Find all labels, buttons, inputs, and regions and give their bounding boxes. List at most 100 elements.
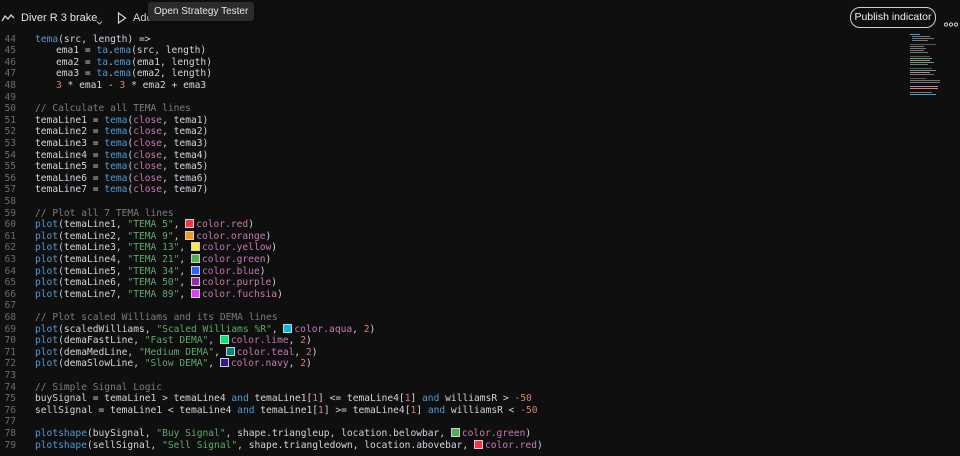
code-line[interactable]: 63 plot(temaLine4, "TEMA 21", color.green… [0,254,900,266]
more-options-icon[interactable] [943,14,959,32]
code-line[interactable]: 77 [0,416,900,428]
code-line[interactable]: 66 plot(temaLine7, "TEMA 89", color.fuchs… [0,288,900,301]
color-swatch-icon[interactable] [219,358,229,368]
code-text: temaLine3 = tema(close, tema3) [35,138,208,150]
publish-indicator-button[interactable]: Publish indicator [850,7,936,28]
code-token: ] <= temaLine4[ [318,393,405,405]
line-number: 49 [4,91,16,103]
code-line[interactable]: 56 temaLine6 = tema(close, tema6) [0,173,900,185]
code-token: color.red [485,439,537,451]
code-line[interactable]: 50 // Calculate all TEMA lines [0,103,900,115]
code-line[interactable]: 47 ema3 = ta.ema(ema2, length) [0,68,900,80]
color-swatch-icon[interactable] [190,242,200,252]
code-token: temaLine1 [35,114,87,126]
code-line[interactable]: 70 plot(demaFastLine, "Fast DEMA", color.… [0,335,900,347]
code-token: color.teal [236,346,295,358]
minimap-stroke [912,36,930,37]
code-line[interactable]: 44 tema(src, length) => [0,34,900,46]
code-line[interactable]: 65 plot(temaLine6, "TEMA 50", color.purpl… [0,277,900,289]
minimap-stroke [910,68,932,69]
code-token: (demaFastLine, [58,335,145,347]
code-line[interactable]: 60 plot(temaLine1, "TEMA 5", color.red) [0,219,900,231]
code-line[interactable]: 53 temaLine3 = tema(close, tema3) [0,138,900,150]
minimap-stroke [910,52,928,53]
code-text: plot(scaledWilliams, "Scaled Williams %R… [35,323,375,336]
code-token: temaLine1[ [254,404,319,416]
code-line[interactable]: 72 plot(demaSlowLine, "Slow DEMA", color.… [0,358,900,370]
code-token: close [133,149,163,161]
color-swatch-icon[interactable] [225,346,235,356]
code-token: , tema7) [162,184,209,196]
code-line[interactable]: 67 [0,300,900,312]
code-token: ) [305,335,312,347]
code-line[interactable]: 46 ema2 = ta.ema(ema1, length) [0,57,900,69]
minimap-stroke [910,46,924,47]
code-line[interactable]: 68 // Plot scaled Williams and its DEMA l… [0,312,900,324]
code-editor[interactable]: 43// TEMA calculation function44tema(src… [0,26,905,456]
play-icon[interactable] [117,11,127,29]
code-token: , [179,242,191,254]
code-token: (temaLine2, [58,230,128,242]
code-token: , [294,346,306,358]
code-line[interactable]: 51 temaLine1 = tema(close, tema1) [0,115,900,127]
code-line[interactable]: 71 plot(demaMedLine, "Medium DEMA", color… [0,346,900,359]
code-line[interactable]: 48 3 * ema1 - 3 * ema2 + ema3 [0,80,900,92]
code-minimap[interactable] [910,32,950,102]
code-token: color.aqua [294,323,353,335]
code-token: = [86,138,105,149]
code-token: plotshape [35,439,87,451]
color-swatch-icon[interactable] [190,277,200,287]
color-swatch-icon[interactable] [190,265,200,275]
code-token: ta [96,56,108,68]
color-swatch-icon[interactable] [190,288,200,298]
code-line[interactable]: 59 // Plot all 7 TEMA lines [0,208,900,220]
code-line[interactable]: 78 plotshape(buySignal, "Buy Signal", sha… [0,428,900,440]
code-line[interactable]: 55 temaLine5 = tema(close, tema5) [0,161,900,173]
code-text: plot(temaLine3, "TEMA 13", color.yellow) [35,242,277,254]
code-line[interactable]: 54 temaLine4 = tema(close, tema4) [0,150,900,162]
script-name[interactable]: Diver R 3 brake [21,12,97,24]
code-line[interactable]: 58 [0,196,900,208]
line-number: 54 [4,149,16,161]
code-line[interactable]: 45 ema1 = ta.ema(src, length) [0,45,900,57]
code-token: , shape.triangleup, location.belowbar, [225,428,451,439]
code-line[interactable]: 52 temaLine2 = tema(close, tema2) [0,126,900,138]
code-token: (buySignal, [86,428,157,439]
code-text: ema1 = ta.ema(src, length) [35,45,206,57]
color-swatch-icon[interactable] [450,428,460,437]
code-token: plot [35,219,59,231]
code-line[interactable]: 64 plot(temaLine5, "TEMA 34", color.blue) [0,265,900,278]
chevron-down-icon[interactable] [96,13,103,31]
code-line[interactable]: 57 temaLine7 = tema(close, tema7) [0,184,900,196]
code-line[interactable]: 61 plot(temaLine2, "TEMA 9", color.orange… [0,230,900,243]
code-line[interactable]: 49 [0,92,900,104]
code-token: (temaLine6, [58,277,128,289]
code-token: , [173,219,186,231]
color-swatch-icon[interactable] [185,230,195,240]
code-line[interactable]: 75 buySignal = temaLine1 > temaLine4 and … [0,393,900,405]
code-function: tema [35,33,59,45]
chart-line-icon[interactable] [1,10,15,28]
color-swatch-icon[interactable] [474,439,483,449]
code-line[interactable]: 69 plot(scaledWilliams, "Scaled Williams … [0,323,900,336]
code-line[interactable]: 79 plotshape(sellSignal, "Sell Signal", s… [0,439,900,452]
code-line[interactable]: 74 // Simple Signal Logic [0,382,900,394]
code-text: plot(temaLine1, "TEMA 5", color.red) [35,219,254,231]
color-swatch-icon[interactable] [219,335,229,345]
line-number: 44 [4,33,16,45]
code-token: , [208,335,220,347]
code-line[interactable]: 62 plot(temaLine3, "TEMA 13", color.yello… [0,242,900,254]
code-token: plot [35,254,59,265]
code-token: plot [35,242,59,254]
line-number: 64 [4,265,16,277]
code-token: plot [35,346,59,358]
code-line[interactable]: 73 [0,370,900,382]
color-swatch-icon[interactable] [185,219,195,229]
code-token: "TEMA 89" [127,288,180,300]
color-swatch-icon[interactable] [190,254,200,263]
code-line[interactable]: 76 sellSignal = temaLine1 < temaLine4 and… [0,405,900,417]
minimap-stroke [910,74,934,75]
code-token: color.orange [196,230,266,242]
color-swatch-icon[interactable] [283,323,293,333]
line-number: 77 [4,416,16,428]
